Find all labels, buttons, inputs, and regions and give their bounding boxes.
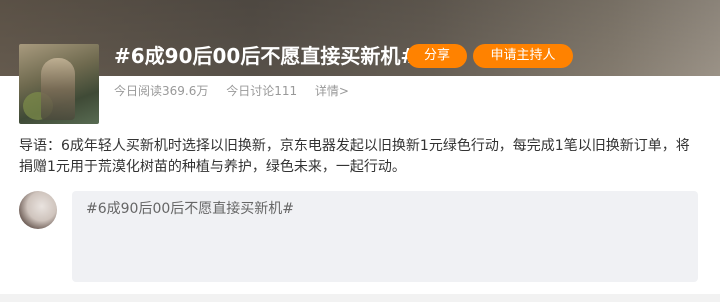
topic-intro: 导语：6成年轻人买新机时选择以旧换新，京东电器发起以旧换新1元绿色行动，每完成1… [19,138,690,175]
topic-stats: 今日阅读369.6万 今日讨论111 详情> [114,82,363,100]
topic-title: #6成90后00后不愿直接买新机# [114,44,418,68]
composer-text[interactable]: #6成90后00后不愿直接买新机# [86,200,684,218]
discussion-count: 今日讨论111 [226,84,298,98]
avatar[interactable] [19,191,57,229]
apply-host-button[interactable]: 申请主持人 [473,44,573,68]
read-count: 今日阅读369.6万 [114,84,209,98]
details-link[interactable]: 详情> [315,84,349,98]
topic-cover-image [19,44,99,124]
post-composer[interactable]: #6成90后00后不愿直接买新机# [72,191,698,282]
section-divider [0,294,720,302]
cover-figure [41,58,75,120]
share-button[interactable]: 分享 [407,44,467,68]
